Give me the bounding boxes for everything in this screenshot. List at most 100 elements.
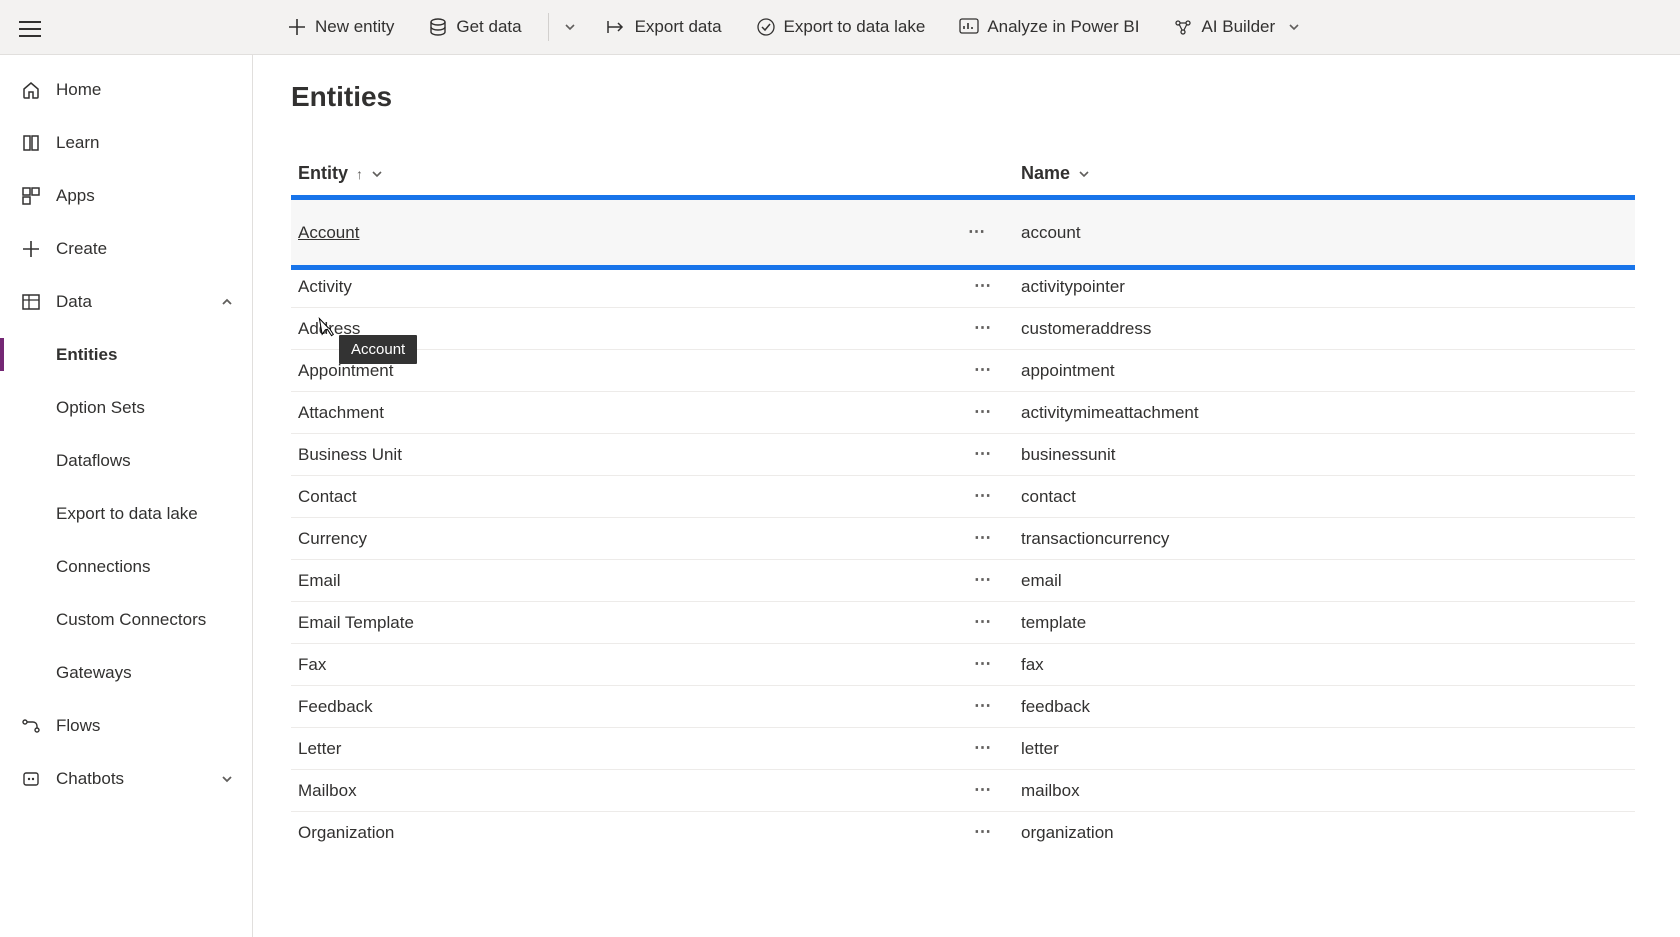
nav-option-sets[interactable]: Option Sets xyxy=(0,381,252,434)
entity-link[interactable]: Organization xyxy=(298,823,394,843)
nav-apps[interactable]: Apps xyxy=(0,169,252,222)
row-more-button[interactable]: ⋯ xyxy=(968,222,987,242)
table-row[interactable]: Activity⋯activitypointer xyxy=(291,265,1635,307)
table-row[interactable]: Letter ⋯ letter xyxy=(291,727,1635,769)
nav-home[interactable]: Home xyxy=(0,63,252,116)
nav-entities[interactable]: Entities xyxy=(0,328,252,381)
entity-link[interactable]: Email Template xyxy=(298,613,414,633)
nav-export-data-lake-label: Export to data lake xyxy=(56,504,198,524)
entity-link[interactable]: Fax xyxy=(298,655,326,675)
ai-builder-label: AI Builder xyxy=(1201,17,1275,37)
export-data-button[interactable]: Export data xyxy=(595,0,734,54)
table-row[interactable]: Appointment⋯appointment xyxy=(291,349,1635,391)
entity-link[interactable]: Attachment xyxy=(298,403,384,423)
nav-export-data-lake[interactable]: Export to data lake xyxy=(0,487,252,540)
chatbot-icon xyxy=(20,768,42,790)
get-data-button[interactable]: Get data xyxy=(416,0,533,54)
entity-cell: Organization xyxy=(291,823,1021,843)
analyze-powerbi-label: Analyze in Power BI xyxy=(987,17,1139,37)
column-header-name[interactable]: Name xyxy=(1021,163,1635,184)
nav-connections-label: Connections xyxy=(56,557,151,577)
table-row[interactable]: Email Template⋯template xyxy=(291,601,1635,643)
new-entity-label: New entity xyxy=(315,17,394,37)
name-cell: customeraddress xyxy=(1021,319,1635,339)
ai-builder-icon xyxy=(1173,17,1193,37)
row-more-button[interactable]: ⋯ xyxy=(974,822,993,842)
entity-link[interactable]: Activity xyxy=(298,277,352,297)
row-more-button[interactable]: ⋯ xyxy=(974,696,993,716)
nav-custom-connectors[interactable]: Custom Connectors xyxy=(0,593,252,646)
entities-table: Entity ↑ Name Account⋯accountActivity⋯ac… xyxy=(291,151,1635,937)
nav-create[interactable]: Create xyxy=(0,222,252,275)
entity-link[interactable]: Business Unit xyxy=(298,445,402,465)
name-cell: mailbox xyxy=(1021,781,1635,801)
nav-dataflows-label: Dataflows xyxy=(56,451,131,471)
page-title: Entities xyxy=(291,81,1635,113)
get-data-chevron[interactable] xyxy=(563,20,577,34)
row-more-button[interactable]: ⋯ xyxy=(974,318,993,338)
nav-home-label: Home xyxy=(56,80,101,100)
database-icon xyxy=(428,17,448,37)
entity-link[interactable]: Account xyxy=(298,223,359,243)
nav-gateways-label: Gateways xyxy=(56,663,132,683)
chevron-up-icon xyxy=(220,295,234,309)
entity-cell: Email Template xyxy=(291,613,1021,633)
entity-link[interactable]: Contact xyxy=(298,487,357,507)
nav-gateways[interactable]: Gateways xyxy=(0,646,252,699)
row-more-button[interactable]: ⋯ xyxy=(974,402,993,422)
entity-link[interactable]: Email xyxy=(298,571,341,591)
table-row[interactable]: Currency⋯transactioncurrency xyxy=(291,517,1635,559)
row-more-button[interactable]: ⋯ xyxy=(974,570,993,590)
row-more-button[interactable]: ⋯ xyxy=(974,444,993,464)
entity-cell: Contact xyxy=(291,487,1021,507)
row-more-button[interactable]: ⋯ xyxy=(974,738,993,758)
entity-cell: Mailbox xyxy=(291,781,1021,801)
table-row[interactable]: Organization⋯organization xyxy=(291,811,1635,853)
data-lake-icon xyxy=(756,17,776,37)
ai-builder-button[interactable]: AI Builder xyxy=(1161,0,1313,54)
entity-cell: Activity xyxy=(291,277,1021,297)
name-cell: feedback xyxy=(1021,697,1635,717)
row-more-button[interactable]: ⋯ xyxy=(974,276,993,296)
table-row[interactable]: Attachment⋯activitymimeattachment xyxy=(291,391,1635,433)
table-row[interactable]: Address⋯customeraddress xyxy=(291,307,1635,349)
nav-data[interactable]: Data xyxy=(0,275,252,328)
row-more-button[interactable]: ⋯ xyxy=(974,528,993,548)
table-row[interactable]: Feedback ⋯ feedback xyxy=(291,685,1635,727)
nav-chatbots[interactable]: Chatbots xyxy=(0,752,252,805)
entity-link[interactable]: Currency xyxy=(298,529,367,549)
name-cell: fax xyxy=(1021,655,1635,675)
chart-icon xyxy=(959,17,979,37)
row-more-button[interactable]: ⋯ xyxy=(974,780,993,800)
table-row[interactable]: Contact⋯contact xyxy=(291,475,1635,517)
analyze-powerbi-button[interactable]: Analyze in Power BI xyxy=(947,0,1151,54)
row-more-button[interactable]: ⋯ xyxy=(974,360,993,380)
nav-dataflows[interactable]: Dataflows xyxy=(0,434,252,487)
nav-custom-connectors-label: Custom Connectors xyxy=(56,610,206,630)
sidebar: Home Learn Apps Create Data xyxy=(0,55,253,937)
nav-learn[interactable]: Learn xyxy=(0,116,252,169)
entity-link[interactable]: Mailbox xyxy=(298,781,357,801)
table-row[interactable]: Account⋯account xyxy=(291,200,1635,265)
row-more-button[interactable]: ⋯ xyxy=(974,654,993,674)
table-row[interactable]: Business Unit⋯businessunit xyxy=(291,433,1635,475)
new-entity-button[interactable]: New entity xyxy=(275,0,406,54)
nav-option-sets-label: Option Sets xyxy=(56,398,145,418)
entity-link[interactable]: Feedback xyxy=(298,697,373,717)
entity-link[interactable]: Letter xyxy=(298,739,341,759)
table-row[interactable]: Fax ⋯ fax xyxy=(291,643,1635,685)
row-more-button[interactable]: ⋯ xyxy=(974,612,993,632)
name-cell: letter xyxy=(1021,739,1635,759)
nav-apps-label: Apps xyxy=(56,186,95,206)
chevron-down-icon xyxy=(1287,20,1301,34)
export-data-lake-button[interactable]: Export to data lake xyxy=(744,0,938,54)
table-row[interactable]: Mailbox ⋯ mailbox xyxy=(291,769,1635,811)
column-header-entity[interactable]: Entity ↑ xyxy=(291,163,1021,184)
table-row[interactable]: Email⋯email xyxy=(291,559,1635,601)
plus-icon xyxy=(20,238,42,260)
tooltip: Account xyxy=(339,335,417,364)
hamburger-menu-button[interactable] xyxy=(19,14,49,44)
row-more-button[interactable]: ⋯ xyxy=(974,486,993,506)
nav-flows[interactable]: Flows xyxy=(0,699,252,752)
nav-connections[interactable]: Connections xyxy=(0,540,252,593)
